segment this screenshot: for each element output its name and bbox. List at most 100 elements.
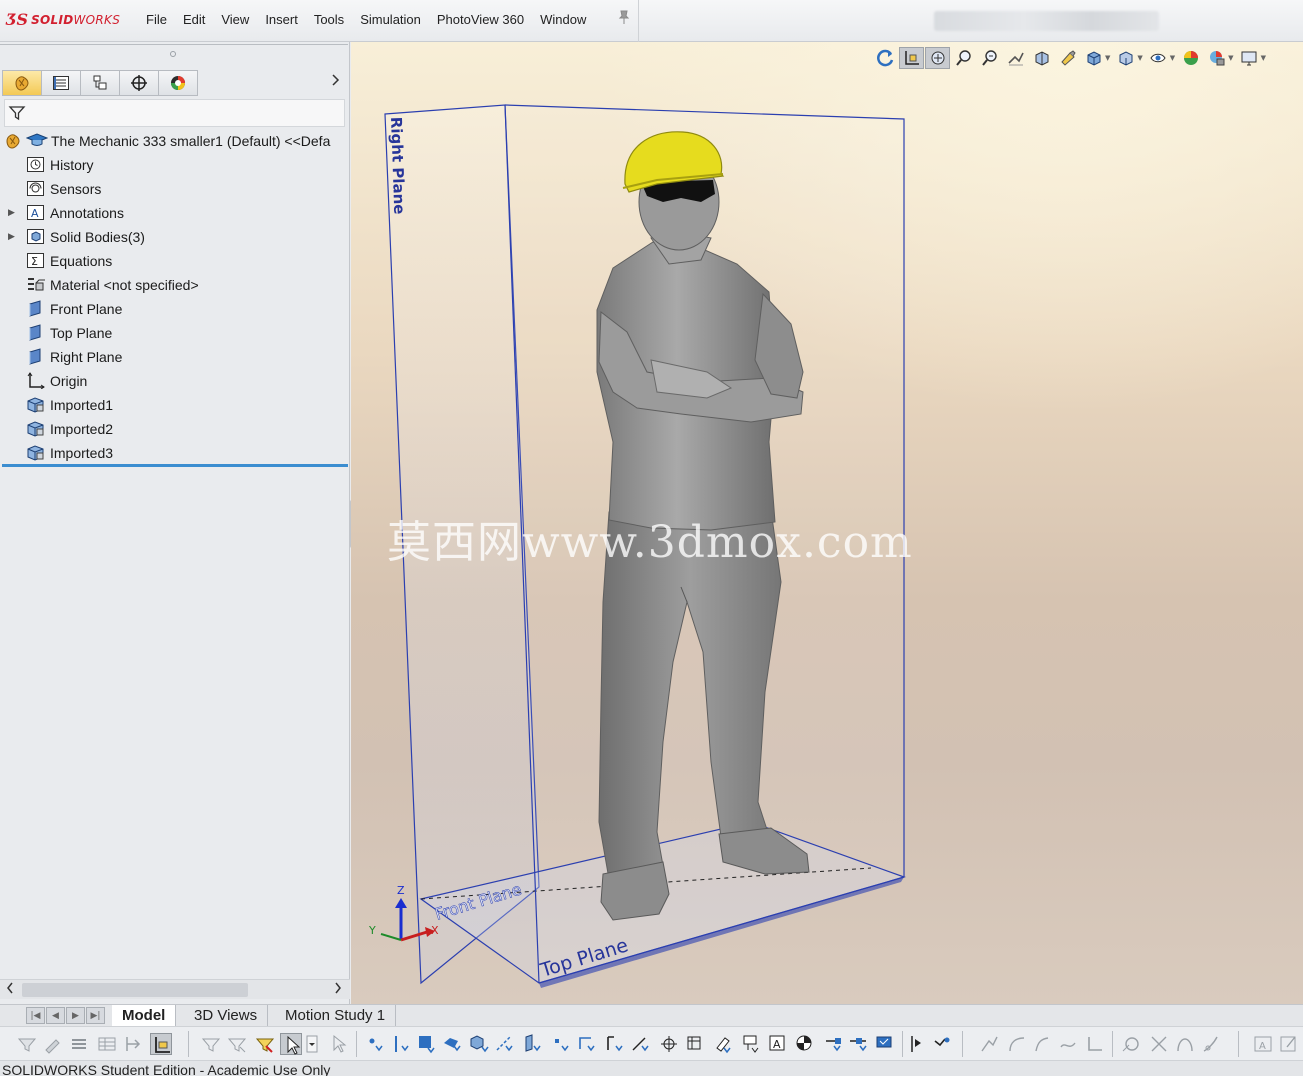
select-other-icon[interactable] [328, 1033, 350, 1055]
tab-property-manager[interactable] [41, 70, 81, 96]
tree-horizontal-scrollbar[interactable] [0, 979, 350, 999]
filter-bodies-icon[interactable] [522, 1033, 544, 1055]
clear-filters-icon[interactable] [42, 1033, 64, 1055]
dynamic-annotation-button[interactable] [1003, 47, 1028, 69]
sketch-arc-icon[interactable] [1006, 1033, 1028, 1055]
filter-datum-icon[interactable]: A [766, 1033, 788, 1055]
filter-sketch-points-icon[interactable] [630, 1033, 652, 1055]
filter-list-icon[interactable] [68, 1033, 90, 1055]
hide-show-dropdown-icon[interactable]: ▼ [1170, 54, 1175, 62]
sketch-corner-icon[interactable] [1084, 1033, 1106, 1055]
view-orientation-dropdown-icon[interactable]: ▼ [1105, 54, 1110, 62]
section-plane-button[interactable] [1029, 47, 1054, 69]
last-tab-icon[interactable]: ▶| [86, 1007, 105, 1024]
rotate-view-button[interactable] [873, 47, 898, 69]
tree-item-solid-bodies[interactable]: ▶ Solid Bodies(3) [0, 225, 350, 249]
filter-cosmetic-weld-icon[interactable] [930, 1033, 952, 1055]
filter-edges-icon[interactable] [226, 1033, 248, 1055]
filter-vertex-dot-icon[interactable] [550, 1033, 572, 1055]
next-tab-icon[interactable]: ▶ [66, 1007, 85, 1024]
tree-item-imported3[interactable]: Imported3 [0, 441, 350, 465]
sketch-edit-text-icon[interactable] [1278, 1033, 1300, 1055]
tree-root-part[interactable]: The Mechanic 333 smaller1 (Default) <<De… [0, 129, 350, 153]
filter-solids-icon[interactable] [468, 1033, 490, 1055]
tab-display-manager[interactable] [158, 70, 198, 96]
tree-item-history[interactable]: History [0, 153, 350, 177]
scrollbar-thumb[interactable] [22, 983, 248, 997]
tab-configuration-manager[interactable] [80, 70, 120, 96]
filter-notes-icon[interactable] [712, 1033, 734, 1055]
expand-arrow-icon[interactable]: ▶ [8, 231, 15, 242]
tree-item-annotations[interactable]: ▶ A Annotations [0, 201, 350, 225]
display-style-dropdown-icon[interactable]: ▼ [1137, 54, 1142, 62]
filter-sketch-icon[interactable] [576, 1033, 598, 1055]
menu-window[interactable]: Window [532, 12, 594, 27]
tree-item-top-plane[interactable]: Top Plane [0, 321, 350, 345]
filter-gtol-icon[interactable] [740, 1033, 762, 1055]
pin-icon[interactable] [618, 10, 630, 28]
panel-grip-icon[interactable] [170, 51, 176, 57]
filter-planes-icon[interactable] [416, 1033, 438, 1055]
menu-view[interactable]: View [213, 12, 257, 27]
sketch-trim-icon[interactable] [1148, 1033, 1170, 1055]
filter-dowel-icon[interactable] [848, 1033, 870, 1055]
filter-points-icon[interactable] [364, 1033, 386, 1055]
search-box[interactable] [934, 11, 1159, 31]
filter-sketch-segments-icon[interactable] [604, 1033, 626, 1055]
filter-surfaces-icon[interactable] [442, 1033, 464, 1055]
graphics-area[interactable]: Right Plane Front Plane Top Plane Z X Y … [351, 42, 1303, 1004]
tree-item-imported1[interactable]: Imported1 [0, 393, 350, 417]
toggle-filter-icon[interactable] [16, 1033, 38, 1055]
filter-faces-icon[interactable] [254, 1033, 276, 1055]
menu-photoview[interactable]: PhotoView 360 [429, 12, 532, 27]
filter-table-icon[interactable] [96, 1033, 118, 1055]
tree-item-front-plane[interactable]: Front Plane [0, 297, 350, 321]
tree-item-equations[interactable]: Σ Equations [0, 249, 350, 273]
filter-axes-icon[interactable] [150, 1033, 172, 1055]
tree-item-sensors[interactable]: Sensors [0, 177, 350, 201]
menu-edit[interactable]: Edit [175, 12, 213, 27]
zoom-to-fit-button[interactable] [899, 47, 924, 69]
menu-simulation[interactable]: Simulation [352, 12, 429, 27]
filter-lines-icon[interactable] [390, 1033, 412, 1055]
filter-dimension-icon[interactable] [122, 1033, 144, 1055]
scroll-left-icon[interactable] [6, 982, 14, 997]
filter-blocks-icon[interactable] [874, 1033, 896, 1055]
filter-weld-icon[interactable] [822, 1033, 844, 1055]
previous-tab-icon[interactable]: ◀ [46, 1007, 65, 1024]
sketch-offset-icon[interactable] [1174, 1033, 1196, 1055]
select-cursor-icon[interactable] [280, 1033, 302, 1055]
sketch-spline-icon[interactable] [1032, 1033, 1054, 1055]
filter-axes-line-icon[interactable] [494, 1033, 516, 1055]
display-style-button[interactable] [1113, 47, 1138, 69]
select-dropdown-icon[interactable] [306, 1033, 320, 1055]
sketch-convert-icon[interactable] [1200, 1033, 1222, 1055]
tree-item-imported2[interactable]: Imported2 [0, 417, 350, 441]
filter-surface-finish-icon[interactable] [794, 1033, 816, 1055]
menu-tools[interactable]: Tools [306, 12, 352, 27]
view-settings-button[interactable] [1237, 47, 1262, 69]
tab-dimxpert-manager[interactable] [119, 70, 159, 96]
menu-file[interactable]: File [138, 12, 175, 27]
tab-motion-study[interactable]: Motion Study 1 [275, 1005, 397, 1027]
scroll-right-icon[interactable] [334, 982, 342, 997]
instant3d-button[interactable] [1055, 47, 1080, 69]
filter-center-marks-icon[interactable] [658, 1033, 680, 1055]
filter-icon[interactable] [8, 104, 26, 126]
expand-arrow-icon[interactable]: ▶ [8, 207, 15, 218]
rollback-bar[interactable] [2, 464, 348, 467]
apply-scene-button[interactable] [1204, 47, 1229, 69]
sketch-text-icon[interactable]: A [1252, 1033, 1274, 1055]
tree-item-right-plane[interactable]: Right Plane [0, 345, 350, 369]
sketch-line-icon[interactable] [978, 1033, 1000, 1055]
view-settings-dropdown-icon[interactable]: ▼ [1261, 54, 1266, 62]
filter-cosmetic-thread-icon[interactable] [906, 1033, 928, 1055]
apply-scene-dropdown-icon[interactable]: ▼ [1228, 54, 1233, 62]
edit-appearance-button[interactable] [1178, 47, 1203, 69]
tree-filter[interactable] [4, 99, 345, 127]
zoom-previous-button[interactable] [951, 47, 976, 69]
hide-show-items-button[interactable] [1146, 47, 1171, 69]
menu-insert[interactable]: Insert [257, 12, 306, 27]
tab-3d-views[interactable]: 3D Views [184, 1005, 269, 1027]
filter-vertices-icon[interactable] [200, 1033, 222, 1055]
